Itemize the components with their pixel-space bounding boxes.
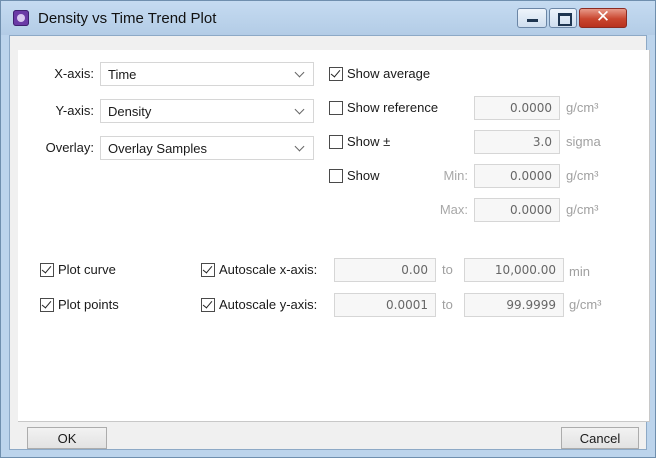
ok-button-label: OK	[57, 431, 77, 446]
x-max-field[interactable]: 10,000.00	[464, 258, 564, 282]
min-value: 0.0000	[510, 169, 552, 183]
autoscale-y-label[interactable]: Autoscale y-axis:	[219, 297, 317, 312]
show-pm-label[interactable]: Show ±	[347, 134, 390, 149]
x-min-value: 0.00	[401, 263, 428, 277]
reference-value-field[interactable]: 0.0000	[474, 96, 560, 120]
plot-points-checkbox[interactable]	[40, 298, 54, 312]
y-max-field[interactable]: 99.9999	[464, 293, 564, 317]
autoscale-x-label[interactable]: Autoscale x-axis:	[219, 262, 317, 277]
x-to-label: to	[442, 262, 453, 277]
show-average-label[interactable]: Show average	[347, 66, 430, 81]
max-label: Max:	[439, 202, 468, 217]
max-unit: g/cm³	[566, 202, 599, 217]
y-to-label: to	[442, 297, 453, 312]
reference-unit: g/cm³	[566, 100, 599, 115]
close-icon: ✕	[595, 7, 611, 27]
show-average-checkbox[interactable]	[329, 67, 343, 81]
plot-curve-checkbox[interactable]	[40, 263, 54, 277]
x-min-field[interactable]: 0.00	[334, 258, 436, 282]
cancel-button[interactable]: Cancel	[561, 427, 639, 449]
y-min-field[interactable]: 0.0001	[334, 293, 436, 317]
sigma-value-field[interactable]: 3.0	[474, 130, 560, 154]
chevron-down-icon	[294, 141, 305, 152]
overlay-value: Overlay Samples	[108, 141, 207, 156]
show-limits-checkbox[interactable]	[329, 169, 343, 183]
x-axis-label: X-axis:	[54, 66, 94, 81]
show-reference-label[interactable]: Show reference	[347, 100, 438, 115]
y-min-value: 0.0001	[386, 298, 428, 312]
max-value-field[interactable]: 0.0000	[474, 198, 560, 222]
overlay-select[interactable]: Overlay Samples	[100, 136, 314, 160]
close-button[interactable]: ✕	[579, 7, 627, 28]
max-value: 0.0000	[510, 203, 552, 217]
x-max-value: 10,000.00	[494, 263, 556, 277]
show-pm-checkbox[interactable]	[329, 135, 343, 149]
y-axis-label: Y-axis:	[55, 103, 94, 118]
plot-curve-label[interactable]: Plot curve	[58, 262, 116, 277]
overlay-label: Overlay:	[45, 140, 94, 155]
maximize-icon	[558, 13, 572, 26]
y-axis-value: Density	[108, 104, 152, 119]
show-limits-label[interactable]: Show	[347, 168, 380, 183]
min-label: Min:	[443, 168, 468, 183]
show-reference-checkbox[interactable]	[329, 101, 343, 115]
dialog-window: Density vs Time Trend Plot ✕ X-axis: Tim…	[0, 0, 656, 458]
autoscale-x-checkbox[interactable]	[201, 263, 215, 277]
y-unit: g/cm³	[569, 297, 602, 312]
dialog-client: X-axis: Time Y-axis: Density Overlay: Ov…	[9, 35, 650, 450]
window-title: Density vs Time Trend Plot	[38, 10, 217, 27]
y-axis-select[interactable]: Density	[100, 99, 314, 123]
min-value-field[interactable]: 0.0000	[474, 164, 560, 188]
min-unit: g/cm³	[566, 168, 599, 183]
maximize-button[interactable]	[549, 8, 577, 28]
settings-panel: X-axis: Time Y-axis: Density Overlay: Ov…	[18, 50, 650, 422]
minimize-button[interactable]	[517, 8, 547, 28]
app-icon	[13, 10, 29, 26]
autoscale-y-checkbox[interactable]	[201, 298, 215, 312]
y-max-value: 99.9999	[506, 298, 556, 312]
sigma-value: 3.0	[532, 135, 552, 149]
chevron-down-icon	[294, 67, 305, 78]
chevron-down-icon	[294, 104, 305, 115]
x-axis-value: Time	[108, 67, 137, 82]
reference-value: 0.0000	[510, 101, 552, 115]
x-axis-select[interactable]: Time	[100, 62, 314, 86]
cancel-button-label: Cancel	[579, 431, 621, 446]
minimize-icon	[527, 19, 538, 22]
title-bar[interactable]: Density vs Time Trend Plot ✕	[1, 1, 655, 35]
ok-button[interactable]: OK	[27, 427, 107, 449]
x-unit: min	[569, 264, 590, 279]
sigma-unit: sigma	[566, 134, 601, 149]
plot-points-label[interactable]: Plot points	[58, 297, 119, 312]
